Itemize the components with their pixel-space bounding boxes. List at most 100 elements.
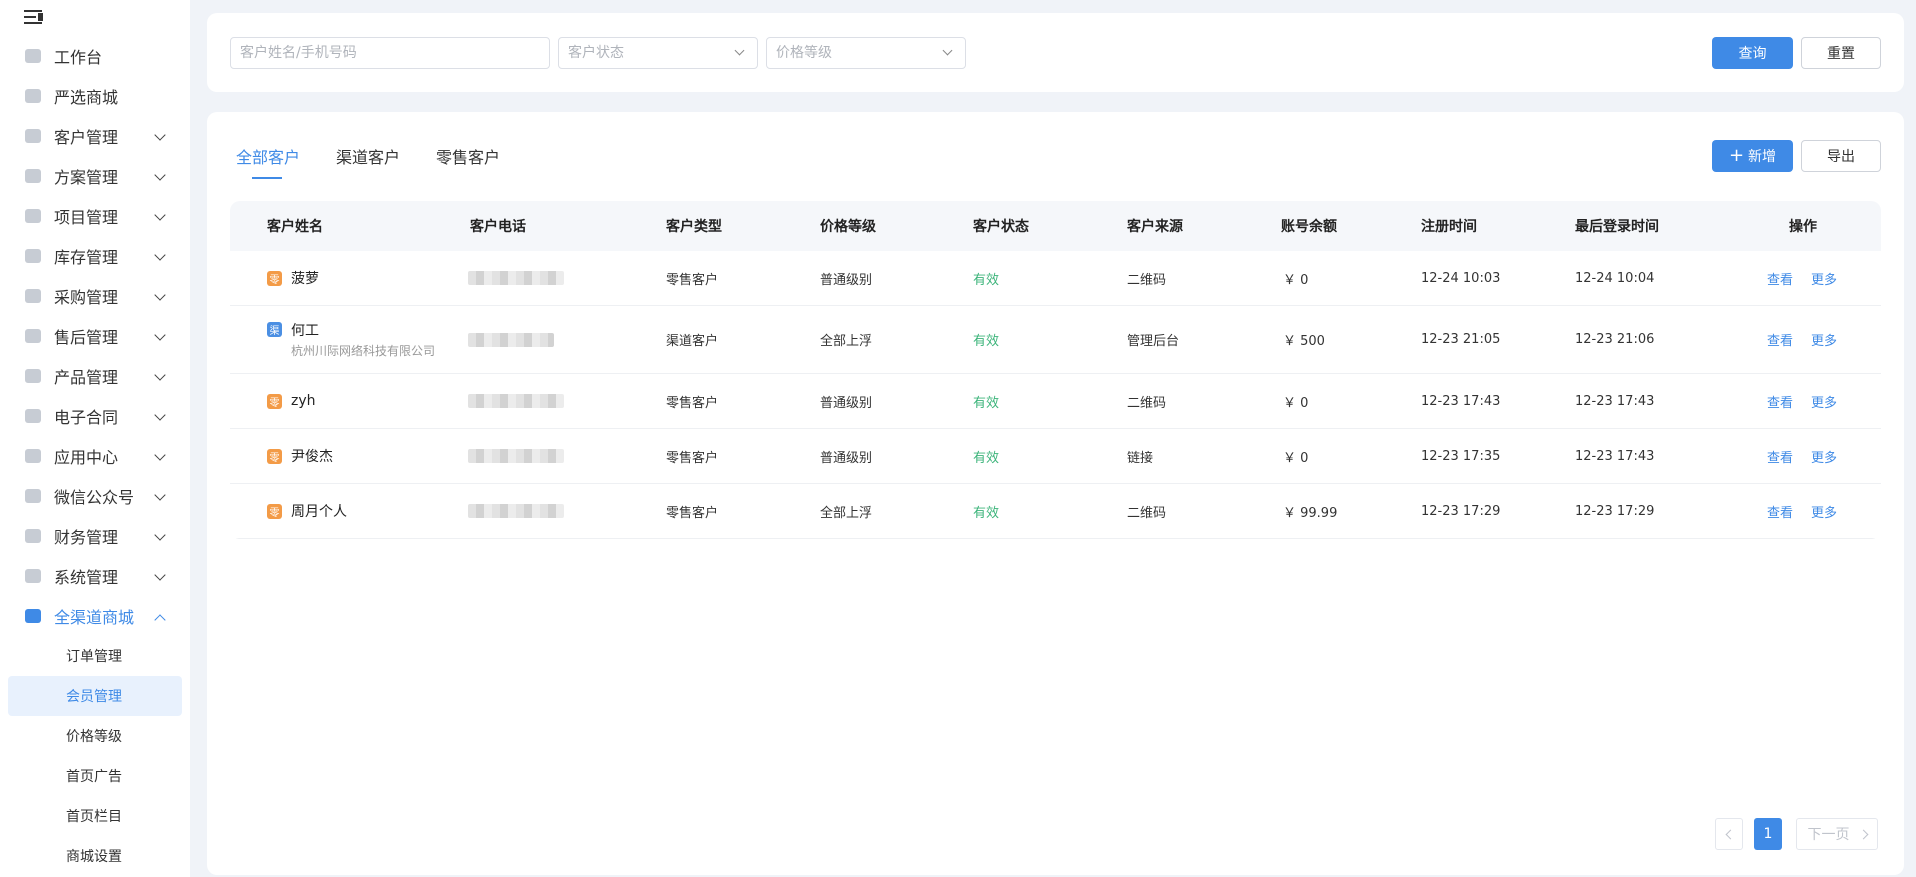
- status-badge: 有效: [973, 450, 1000, 466]
- next-page-label: 下一页: [1807, 827, 1850, 843]
- query-button[interactable]: 查询: [1712, 37, 1793, 69]
- chevron-down-icon: [154, 529, 166, 541]
- sidebar-item-contracts[interactable]: 电子合同: [0, 396, 190, 436]
- sidebar-subitem-members[interactable]: 会员管理: [8, 676, 182, 716]
- price-level-select[interactable]: 价格等级: [766, 37, 966, 69]
- phone-redacted: [468, 394, 564, 408]
- sidebar-item-purchase[interactable]: 采购管理: [0, 276, 190, 316]
- sidebar-item-label: 系统管理: [54, 568, 119, 587]
- home-icon: [24, 47, 42, 65]
- view-link[interactable]: 查看: [1767, 502, 1793, 521]
- view-link[interactable]: 查看: [1767, 447, 1793, 466]
- prev-page-button[interactable]: [1715, 818, 1743, 850]
- more-link[interactable]: 更多: [1811, 502, 1837, 521]
- sidebar-subitem-mall-settings[interactable]: 商城设置: [8, 836, 182, 876]
- plus-icon: +: [1728, 145, 1745, 166]
- sidebar-subitem-home-columns[interactable]: 首页栏目: [8, 796, 182, 836]
- column-header: 客户类型: [666, 219, 722, 235]
- sidebar-item-label: 项目管理: [54, 208, 119, 227]
- customer-source: 二维码: [1127, 272, 1167, 288]
- store-icon: [24, 87, 42, 105]
- customer-name: zyh: [291, 393, 316, 409]
- sidebar-item-wechat[interactable]: 微信公众号: [0, 476, 190, 516]
- customer-company: 杭州川际网络科技有限公司: [291, 344, 436, 358]
- last-login-time: 12-23 17:29: [1575, 503, 1655, 519]
- customer-status-select[interactable]: 客户状态: [558, 37, 758, 69]
- sidebar-item-label: 方案管理: [54, 168, 119, 187]
- price-level: 全部上浮: [820, 505, 873, 521]
- sidebar-item-aftersales[interactable]: 售后管理: [0, 316, 190, 356]
- retail-badge: 零: [267, 448, 282, 464]
- view-link[interactable]: 查看: [1767, 392, 1793, 411]
- add-customer-button[interactable]: + 新增: [1712, 140, 1793, 172]
- customer-type: 零售客户: [666, 505, 719, 521]
- finance-icon: [24, 527, 42, 545]
- sidebar-item-projects[interactable]: 项目管理: [0, 196, 190, 236]
- customer-source: 二维码: [1127, 395, 1167, 411]
- more-link[interactable]: 更多: [1811, 392, 1837, 411]
- register-time: 12-23 17:35: [1421, 448, 1501, 464]
- sidebar-item-label: 工作台: [54, 48, 103, 67]
- customer-list-panel: 全部客户 渠道客户 零售客户 + 新增 导出 客户姓名 客户电话 客户类型 价格…: [207, 112, 1904, 875]
- settings-icon: [24, 567, 42, 585]
- chevron-down-icon: [154, 249, 166, 261]
- sidebar-item-label: 客户管理: [54, 128, 119, 147]
- customer-name: 周月个人: [291, 504, 347, 520]
- sidebar-item-inventory[interactable]: 库存管理: [0, 236, 190, 276]
- reset-button[interactable]: 重置: [1801, 37, 1881, 69]
- tab-channel-customers[interactable]: 渠道客户: [336, 144, 400, 168]
- more-link[interactable]: 更多: [1811, 330, 1837, 349]
- cart-icon: [24, 287, 42, 305]
- last-login-time: 12-23 17:43: [1575, 448, 1655, 464]
- customer-name: 何工: [291, 323, 319, 339]
- table-row: 零 周月个人 零售客户 全部上浮 有效 二维码 ￥ 99.99 12-23 17…: [230, 484, 1881, 539]
- page-number-current[interactable]: 1: [1754, 818, 1782, 850]
- sidebar-item-dashboard[interactable]: 工作台: [0, 36, 190, 76]
- chevron-down-icon: [154, 369, 166, 381]
- tab-retail-customers[interactable]: 零售客户: [436, 144, 500, 168]
- customer-type: 零售客户: [666, 272, 719, 288]
- sidebar-item-label: 应用中心: [54, 448, 119, 467]
- sidebar-item-label: 售后管理: [54, 328, 119, 347]
- sidebar-item-plans[interactable]: 方案管理: [0, 156, 190, 196]
- chevron-down-icon: [734, 45, 745, 56]
- folder-icon: [24, 207, 42, 225]
- sidebar-subitem-home-ads[interactable]: 首页广告: [8, 756, 182, 796]
- mall-icon: [24, 607, 42, 625]
- sidebar-item-products[interactable]: 产品管理: [0, 356, 190, 396]
- customer-source: 链接: [1127, 450, 1154, 466]
- sidebar-item-customers[interactable]: 客户管理: [0, 116, 190, 156]
- chevron-down-icon: [154, 409, 166, 421]
- sidebar-item-store[interactable]: 严选商城: [0, 76, 190, 116]
- more-link[interactable]: 更多: [1811, 447, 1837, 466]
- sidebar-item-omnichannel-mall[interactable]: 全渠道商城: [0, 596, 190, 636]
- tab-all-customers[interactable]: 全部客户: [236, 144, 300, 168]
- table-row: 零 zyh 零售客户 普通级别 有效 二维码 ￥ 0 12-23 17:43 1…: [230, 374, 1881, 429]
- column-header: 账号余额: [1281, 219, 1337, 235]
- account-balance: ￥ 99.99: [1283, 505, 1338, 521]
- collapse-menu-icon[interactable]: [24, 8, 46, 28]
- table-row: 零 菠萝 零售客户 普通级别 有效 二维码 ￥ 0 12-24 10:03 12…: [230, 251, 1881, 306]
- customer-search-input[interactable]: 客户姓名/手机号码: [230, 37, 550, 69]
- sidebar-item-label: 电子合同: [54, 408, 119, 427]
- next-page-button[interactable]: 下一页: [1796, 818, 1878, 850]
- sidebar-item-apps[interactable]: 应用中心: [0, 436, 190, 476]
- retail-badge: 零: [267, 503, 282, 519]
- phone-redacted: [468, 504, 564, 518]
- chevron-down-icon: [154, 329, 166, 341]
- status-badge: 有效: [973, 395, 1000, 411]
- column-header: 价格等级: [820, 219, 876, 235]
- table-row: 零 尹俊杰 零售客户 普通级别 有效 链接 ￥ 0 12-23 17:35 12…: [230, 429, 1881, 484]
- sidebar-item-finance[interactable]: 财务管理: [0, 516, 190, 556]
- sidebar: 工作台 严选商城 客户管理 方案管理 项目管理 库存管理 采购管理 售后管理 产…: [0, 0, 190, 877]
- phone-redacted: [468, 332, 554, 347]
- sidebar-item-system[interactable]: 系统管理: [0, 556, 190, 596]
- sidebar-subitem-price-levels[interactable]: 价格等级: [8, 716, 182, 756]
- sidebar-subitem-orders[interactable]: 订单管理: [8, 636, 182, 676]
- more-link[interactable]: 更多: [1811, 269, 1837, 288]
- view-link[interactable]: 查看: [1767, 269, 1793, 288]
- register-time: 12-23 21:05: [1421, 332, 1501, 347]
- export-button[interactable]: 导出: [1801, 140, 1881, 172]
- customer-type: 零售客户: [666, 395, 719, 411]
- view-link[interactable]: 查看: [1767, 330, 1793, 349]
